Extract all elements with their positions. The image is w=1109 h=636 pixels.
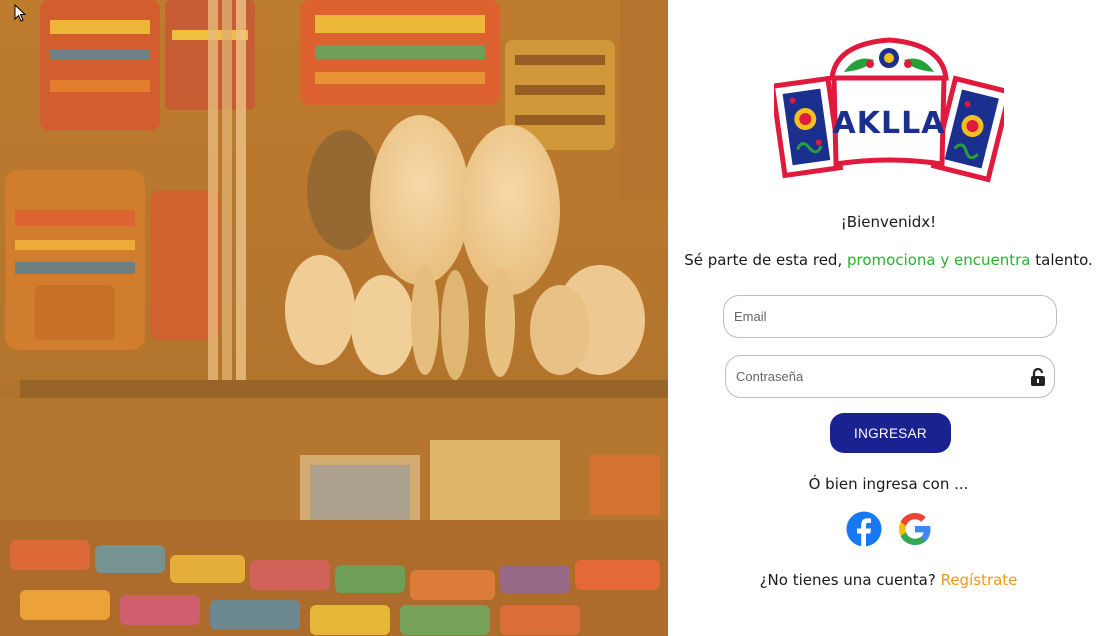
password-field-container [725,355,1055,398]
login-panel: AKLLA ¡Bienvenidx! Sé parte de esta red,… [668,0,1109,636]
signup-prompt: ¿No tienes una cuenta? [759,571,941,589]
unlock-icon[interactable] [1029,367,1047,387]
email-field-container [723,295,1057,338]
logo-text: AKLLA [833,106,946,141]
aklla-logo: AKLLA [774,37,1004,183]
mouse-cursor-icon [14,4,26,22]
email-input[interactable] [734,296,1022,337]
password-input[interactable] [736,356,1020,397]
google-icon[interactable] [897,511,933,547]
welcome-heading: ¡Bienvenidx! [840,213,937,231]
alt-login-text: Ó bien ingresa con ... [808,475,969,493]
facebook-icon[interactable] [846,511,882,547]
tagline-suffix: talento. [1030,251,1093,269]
signup-row: ¿No tienes una cuenta? Regístrate [668,571,1109,589]
tagline: Sé parte de esta red, promociona y encue… [668,251,1109,269]
login-button[interactable]: INGRESAR [830,413,951,453]
market-stall-illustration [0,0,668,636]
hero-image [0,0,668,636]
signup-link[interactable]: Regístrate [941,571,1018,589]
tagline-highlight: promociona y encuentra [847,251,1031,269]
tagline-prefix: Sé parte de esta red, [684,251,847,269]
